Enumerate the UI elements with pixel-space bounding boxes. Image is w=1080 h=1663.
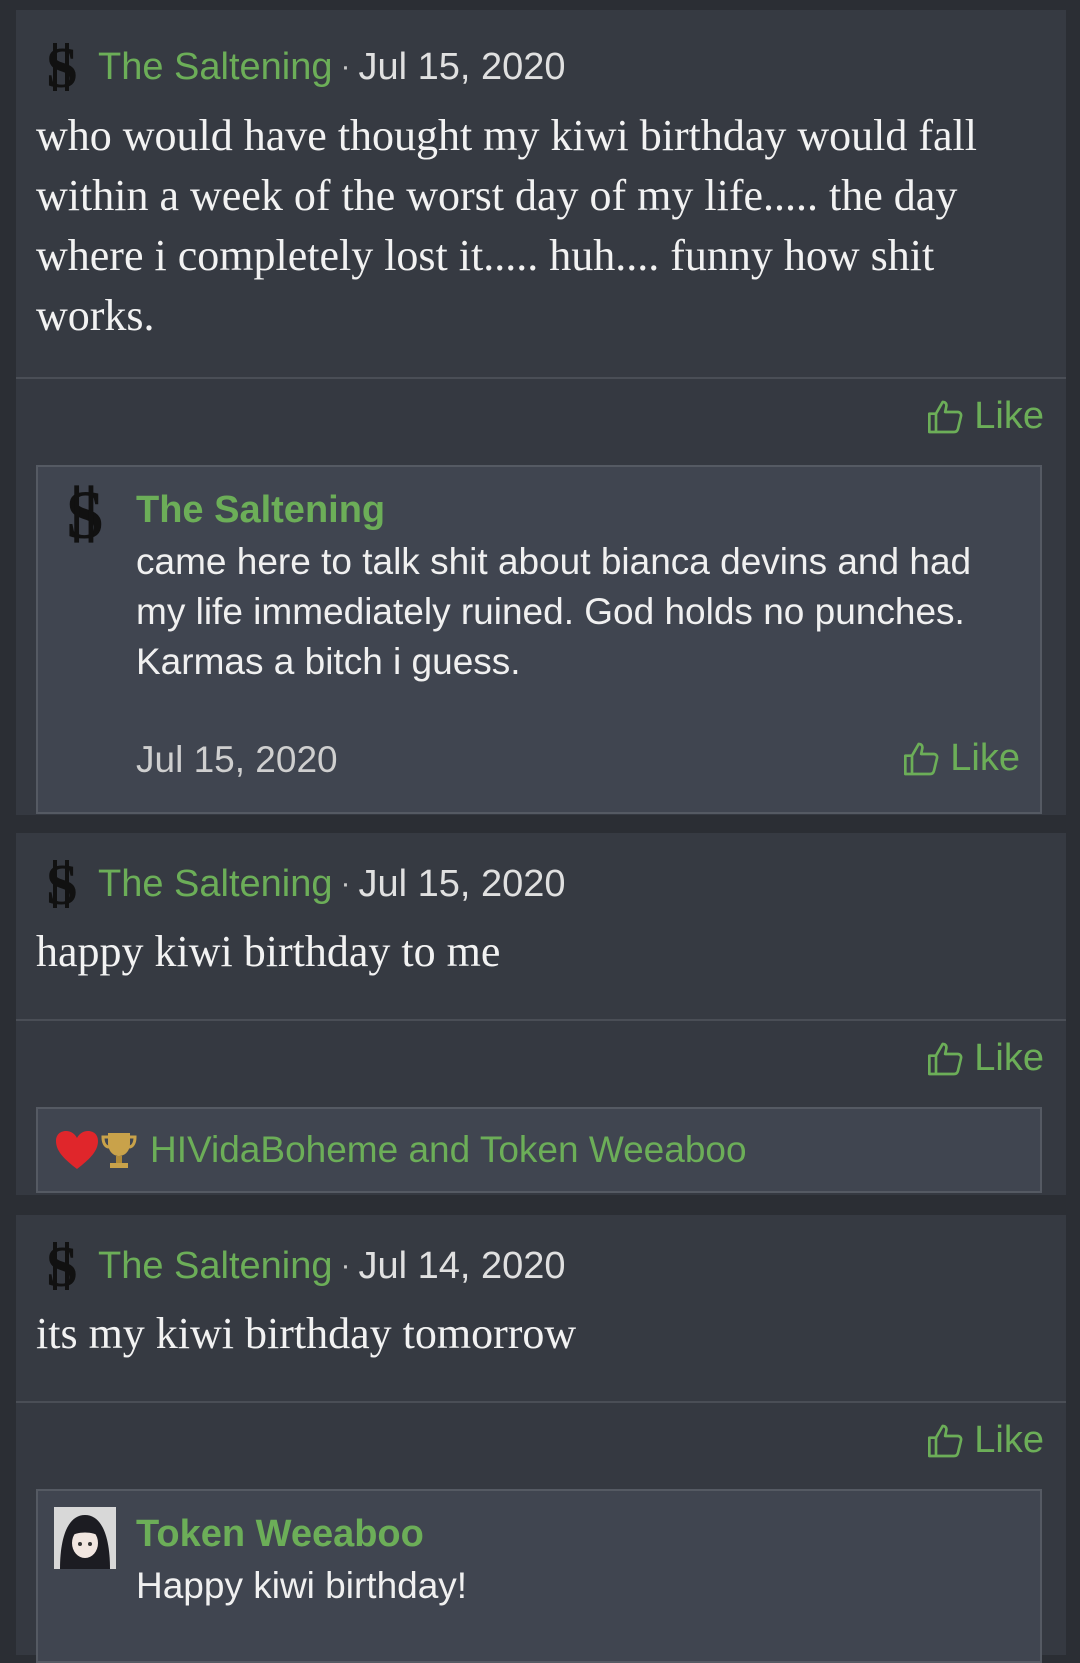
- comment-author-link[interactable]: The Saltening: [136, 489, 385, 532]
- comment-avatar[interactable]: [54, 483, 116, 545]
- comment-date[interactable]: Jul 15, 2020: [136, 739, 338, 781]
- user-avatar[interactable]: [36, 858, 88, 910]
- post-divider: [16, 377, 1066, 379]
- comment: The Saltening came here to talk shit abo…: [36, 465, 1042, 814]
- post-author-link[interactable]: The Saltening: [98, 46, 333, 89]
- profile-post: The Saltening · Jul 15, 2020 who would h…: [16, 10, 1066, 815]
- like-label: Like: [974, 1419, 1044, 1461]
- separator-dot: ·: [340, 867, 351, 900]
- post-divider: [16, 1019, 1066, 1021]
- comment-author-link[interactable]: Token Weeaboo: [136, 1513, 424, 1556]
- post-date[interactable]: Jul 15, 2020: [359, 863, 566, 906]
- thumbs-up-icon: [926, 1421, 966, 1461]
- like-label: Like: [974, 1037, 1044, 1079]
- like-button[interactable]: Like: [926, 1037, 1044, 1080]
- post-body: The Saltening · Jul 15, 2020 who would h…: [16, 10, 1066, 377]
- like-label: Like: [950, 737, 1020, 779]
- post-date[interactable]: Jul 15, 2020: [359, 46, 566, 89]
- reaction-users-link[interactable]: HIVidaBoheme and Token Weeaboo: [150, 1129, 747, 1171]
- like-button[interactable]: Like: [926, 395, 1044, 438]
- comment-like-button[interactable]: Like: [902, 737, 1020, 780]
- post-body: The Saltening · Jul 14, 2020 its my kiwi…: [16, 1215, 1066, 1401]
- post-author-link[interactable]: The Saltening: [98, 1245, 333, 1288]
- profile-post: The Saltening · Jul 14, 2020 its my kiwi…: [16, 1215, 1066, 1663]
- separator-dot: ·: [340, 1249, 351, 1282]
- comment: Token Weeaboo Happy kiwi birthday!: [36, 1489, 1042, 1663]
- user-avatar[interactable]: [36, 41, 88, 93]
- heart-reaction-icon: [56, 1131, 98, 1169]
- activity-feed: The Saltening · Jul 15, 2020 who would h…: [0, 0, 1080, 1663]
- comment-text: Happy kiwi birthday!: [136, 1565, 468, 1606]
- separator-dot: ·: [340, 50, 351, 83]
- post-header: The Saltening · Jul 15, 2020: [36, 855, 566, 913]
- post-divider: [16, 1401, 1066, 1403]
- post-text: who would have thought my kiwi birthday …: [36, 111, 977, 340]
- thumbs-up-icon: [902, 739, 942, 779]
- comment-avatar[interactable]: [54, 1507, 116, 1569]
- like-label: Like: [974, 395, 1044, 437]
- user-avatar[interactable]: [36, 1240, 88, 1292]
- reactions-bar[interactable]: HIVidaBoheme and Token Weeaboo: [36, 1107, 1042, 1193]
- post-text: its my kiwi birthday tomorrow: [36, 1309, 577, 1358]
- comment-text: came here to talk shit about bianca devi…: [136, 541, 972, 682]
- post-header: The Saltening · Jul 14, 2020: [36, 1237, 566, 1295]
- profile-post: The Saltening · Jul 15, 2020 happy kiwi …: [16, 833, 1066, 1195]
- trophy-reaction-icon: [101, 1133, 137, 1168]
- post-header: The Saltening · Jul 15, 2020: [36, 38, 566, 96]
- post-date[interactable]: Jul 14, 2020: [359, 1245, 566, 1288]
- like-button[interactable]: Like: [926, 1419, 1044, 1462]
- post-author-link[interactable]: The Saltening: [98, 863, 333, 906]
- post-text: happy kiwi birthday to me: [36, 927, 501, 976]
- thumbs-up-icon: [926, 397, 966, 437]
- thumbs-up-icon: [926, 1039, 966, 1079]
- post-body: The Saltening · Jul 15, 2020 happy kiwi …: [16, 833, 1066, 1019]
